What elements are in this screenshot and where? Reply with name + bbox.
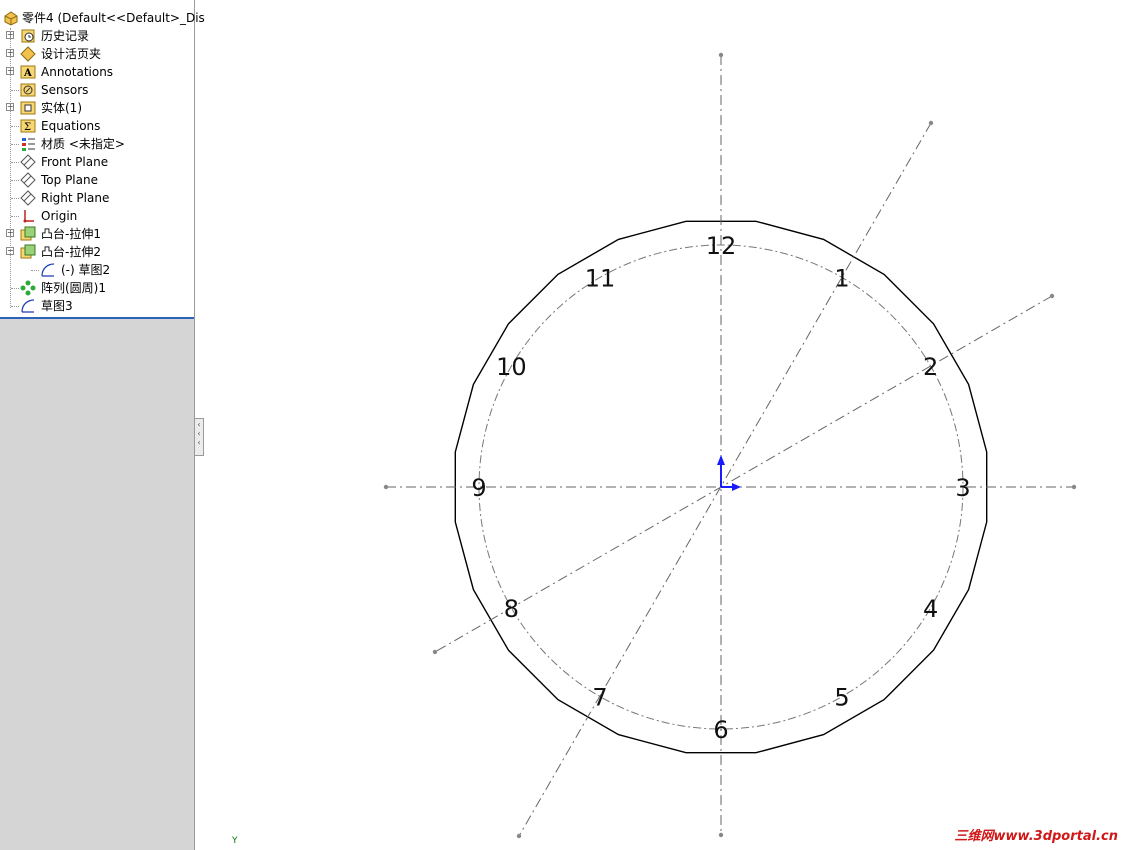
plane-icon [20,154,36,170]
tree-item[interactable]: Origin [0,207,194,225]
origin-x-arrow[interactable] [732,483,741,491]
tree-item-label: 历史记录 [41,29,90,43]
tree-connector-branch [11,162,19,163]
centerline-endpoint[interactable] [1049,293,1055,299]
sketch-icon [40,262,56,278]
watermark-text: 三维网www.3dportal.cn [954,829,1118,844]
circular-pattern-icon [20,280,36,296]
feature-manager-panel: 零件4 (Default<<Default>_Dis + 历史记录 + 设计活页夹 + A… [0,0,205,850]
tree-item[interactable]: 草图3 [0,297,194,315]
tree-connector-branch [11,180,19,181]
tree-item-label: 设计活页夹 [41,47,102,61]
tree-connector-branch [11,306,19,307]
tree-connector-branch [31,270,39,271]
tree-item-label: (-) 草图2 [61,263,111,277]
tree-item-label: 凸台-拉伸2 [41,245,101,259]
tree-item-label: Front Plane [41,155,109,169]
tree-item[interactable]: + 设计活页夹 [0,45,194,63]
material-icon [20,136,36,152]
clock-numeral[interactable]: 9 [471,474,486,502]
svg-text:Σ: Σ [24,122,31,133]
centerline-endpoint[interactable] [1071,484,1077,490]
graphics-viewport[interactable]: 121234567891011 [205,0,1138,850]
clock-numeral[interactable]: 8 [504,595,519,623]
sensors-icon [20,82,36,98]
centerline-endpoint[interactable] [718,832,724,838]
feature-manager-tree: 零件4 (Default<<Default>_Dis + 历史记录 + 设计活页夹 + A… [0,0,205,319]
tree-item-label: Sensors [41,83,89,97]
tree-item[interactable]: Right Plane [0,189,194,207]
tree-connector-line [10,28,11,308]
tree-item[interactable]: 材质 <未指定> [0,135,194,153]
svg-text:A: A [23,68,32,79]
tree-item[interactable]: + 凸台-拉伸1 [0,225,194,243]
centerline-endpoint[interactable] [516,833,522,839]
centerline-endpoint[interactable] [383,484,389,490]
tree-connector-branch [11,216,19,217]
tree-item-label: Equations [41,119,101,133]
tree-item-label: 材质 <未指定> [41,137,125,151]
tree-item[interactable]: + 实体(1) [0,99,194,117]
plane-icon [20,190,36,206]
tree-item-label: 阵列(圆周)1 [41,281,106,295]
tree-item[interactable]: Top Plane [0,171,194,189]
boss-extrude-icon [20,244,36,260]
tree-item[interactable]: Sensors [0,81,194,99]
tree-item-label: 凸台-拉伸1 [41,227,101,241]
part-icon [3,10,19,26]
sketch-icon [20,298,36,314]
tree-item[interactable]: (-) 草图2 [0,261,194,279]
tree-connector-branch [11,90,19,91]
centerline-endpoint[interactable] [432,649,438,655]
solid-bodies-icon [20,100,36,116]
history-icon [20,28,36,44]
tree-item-label: Annotations [41,65,114,79]
clock-numeral[interactable]: 3 [955,474,970,502]
tree-item[interactable]: + A Annotations [0,63,194,81]
clock-numeral[interactable]: 7 [592,684,607,712]
tree-connector-branch [11,288,19,289]
tree-item[interactable]: + 历史记录 [0,27,194,45]
tree-root-label: 零件4 (Default<<Default>_Dis [22,11,205,25]
tree-item[interactable]: Σ Equations [0,117,194,135]
origin-y-arrow[interactable] [717,455,725,465]
tree-item-label: 草图3 [41,299,73,313]
clock-numeral[interactable]: 10 [496,353,527,381]
clock-numeral[interactable]: 5 [834,684,849,712]
tree-connector-branch [11,144,19,145]
axis-triad-y-label: Y [232,836,238,846]
panel-collapse-handle[interactable]: ‹ ‹ ‹ [194,418,204,456]
tree-item[interactable]: 阵列(圆周)1 [0,279,194,297]
centerline-endpoint[interactable] [928,120,934,126]
design-binder-icon [20,46,36,62]
annotations-icon: A [20,64,36,80]
clock-numeral[interactable]: 11 [585,264,616,292]
tree-connector-branch [11,126,19,127]
clock-numeral[interactable]: 2 [923,353,938,381]
clock-numeral[interactable]: 1 [834,264,849,292]
plane-icon [20,172,36,188]
tree-item[interactable]: − 凸台-拉伸2 [0,243,194,261]
clock-numeral[interactable]: 6 [713,716,728,744]
tree-item-label: Top Plane [41,173,98,187]
equations-icon: Σ [20,118,36,134]
tree-connector-branch [11,198,19,199]
clock-numeral[interactable]: 4 [923,595,938,623]
tree-item[interactable]: Front Plane [0,153,194,171]
clock-numeral[interactable]: 12 [706,232,737,260]
boss-extrude-icon [20,226,36,242]
tree-item-label: Right Plane [41,191,110,205]
origin-icon [20,208,36,224]
tree-item-label: 实体(1) [41,101,82,115]
tree-item-label: Origin [41,209,78,223]
centerline-endpoint[interactable] [718,52,724,58]
